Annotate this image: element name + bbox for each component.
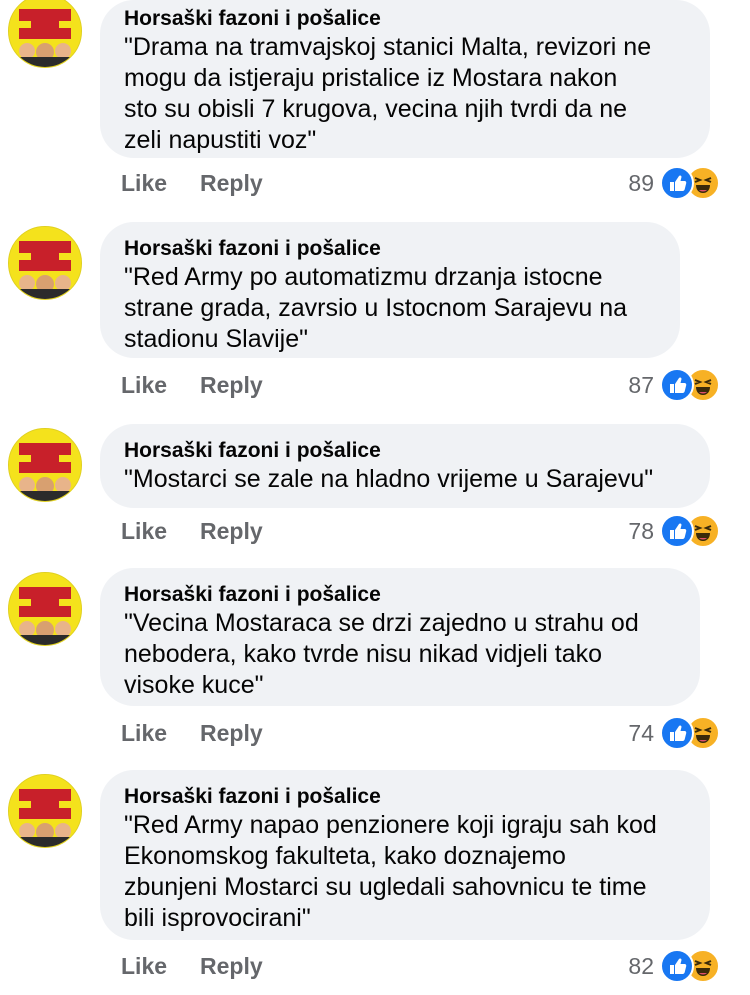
thumbs-up-icon [660,949,694,983]
avatar[interactable] [8,572,82,646]
comment-text: "Mostarci se zale na hladno vrijeme u Sa… [124,465,654,493]
thumbs-up-icon [660,368,694,402]
like-button[interactable]: Like [121,170,167,196]
like-button[interactable]: Like [121,720,167,746]
avatar-logo-image [9,0,81,67]
avatar[interactable] [8,226,82,300]
thumbs-up-icon [660,166,694,200]
comment-author[interactable]: Horsaški fazoni i pošalice [124,6,686,32]
comment-author[interactable]: Horsaški fazoni i pošalice [124,236,656,262]
like-button[interactable]: Like [121,518,167,544]
reaction-summary[interactable]: 78 [628,514,720,548]
avatar-logo-image [9,573,81,645]
reaction-count: 89 [628,169,654,196]
reaction-summary[interactable]: 74 [628,716,720,750]
comment-actions: Like Reply [121,518,296,545]
comment-bubble: Horsaški fazoni i pošalice "Mostarci se … [100,424,710,508]
reply-button[interactable]: Reply [200,720,263,746]
avatar[interactable] [8,774,82,848]
avatar[interactable] [8,428,82,502]
reaction-count: 82 [628,952,654,979]
comment-author[interactable]: Horsaški fazoni i pošalice [124,784,686,810]
comments-thread: Horsaški fazoni i pošalice "Drama na tra… [0,0,750,995]
reaction-summary[interactable]: 82 [628,949,720,983]
comment-bubble: Horsaški fazoni i pošalice "Red Army nap… [100,770,710,940]
comment-actions: Like Reply [121,170,296,197]
reaction-summary[interactable]: 89 [628,166,720,200]
reply-button[interactable]: Reply [200,170,263,196]
reaction-summary[interactable]: 87 [628,368,720,402]
comment-text: "Red Army po automatizmu drzanja istocne… [124,263,628,353]
comment-actions: Like Reply [121,372,296,399]
comment-author[interactable]: Horsaški fazoni i pošalice [124,438,686,464]
comment-text: "Drama na tramvajskoj stanici Malta, rev… [124,33,652,154]
comment-text: "Red Army napao penzionere koji igraju s… [124,811,657,932]
comment-actions: Like Reply [121,953,296,980]
like-button[interactable]: Like [121,372,167,398]
comment-actions: Like Reply [121,720,296,747]
avatar[interactable] [8,0,82,68]
comment-bubble: Horsaški fazoni i pošalice "Vecina Mosta… [100,568,700,706]
comment-bubble: Horsaški fazoni i pošalice "Red Army po … [100,222,680,358]
reaction-count: 74 [628,719,654,746]
reply-button[interactable]: Reply [200,372,263,398]
avatar-logo-image [9,775,81,847]
reply-button[interactable]: Reply [200,518,263,544]
comment-author[interactable]: Horsaški fazoni i pošalice [124,582,676,608]
reaction-count: 87 [628,371,654,398]
comment-bubble: Horsaški fazoni i pošalice "Drama na tra… [100,0,710,158]
thumbs-up-icon [660,514,694,548]
avatar-logo-image [9,227,81,299]
avatar-logo-image [9,429,81,501]
reply-button[interactable]: Reply [200,953,263,979]
thumbs-up-icon [660,716,694,750]
like-button[interactable]: Like [121,953,167,979]
comment-text: "Vecina Mostaraca se drzi zajedno u stra… [124,609,639,699]
reaction-count: 78 [628,517,654,544]
